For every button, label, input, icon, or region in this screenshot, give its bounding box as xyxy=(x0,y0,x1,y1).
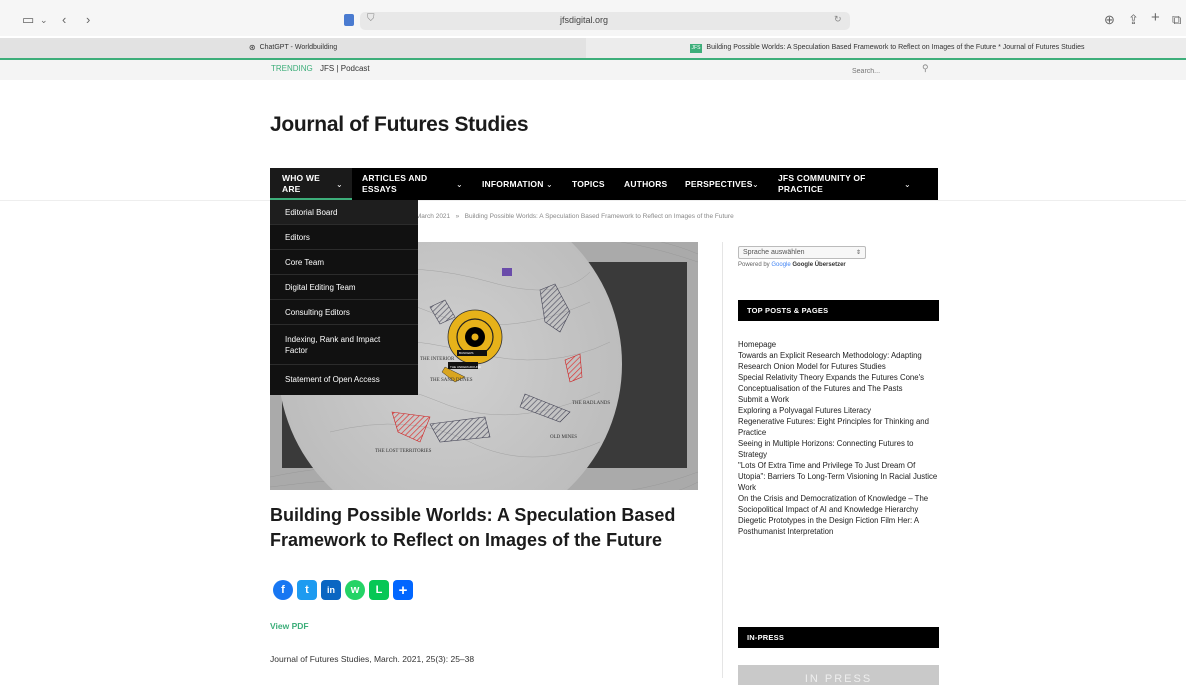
download-icon[interactable]: ⊕ xyxy=(1104,12,1115,28)
top-post-link[interactable]: "Lots Of Extra Time and Privilege To Jus… xyxy=(738,460,940,493)
breadcrumb-separator: » xyxy=(455,213,460,220)
site-topbar xyxy=(0,60,1186,80)
shield-icon[interactable]: ⛉ xyxy=(367,13,375,24)
menu-item-consulting-editors[interactable]: Consulting Editors xyxy=(270,300,418,325)
map-label-badlands: THE BADLANDS xyxy=(572,401,610,406)
article-citation: Journal of Futures Studies, March. 2021,… xyxy=(270,654,475,664)
view-pdf-link[interactable]: View PDF xyxy=(270,621,309,631)
nav-jfs-community[interactable]: JFS COMMUNITY OF PRACTICE xyxy=(778,173,866,195)
tab-label: ChatGPT - Worldbuilding xyxy=(259,44,338,51)
top-posts-heading: TOP POSTS & PAGES xyxy=(738,300,939,321)
nav-information[interactable]: INFORMATION xyxy=(482,179,544,190)
map-label-bunkers: BUNKERS xyxy=(459,351,474,355)
site-favicon xyxy=(344,14,354,26)
in-press-image[interactable]: IN PRESS xyxy=(738,665,939,685)
menu-item-core-team[interactable]: Core Team xyxy=(270,250,418,275)
chevron-down-icon[interactable]: ⌄ xyxy=(752,179,759,190)
whatsapp-icon[interactable]: w xyxy=(345,580,365,600)
tab-bar: ⊛ ChatGPT - Worldbuilding JFS Building P… xyxy=(0,38,1186,60)
menu-item-editors[interactable]: Editors xyxy=(270,225,418,250)
chatgpt-icon: ⊛ xyxy=(248,43,256,52)
new-tab-icon[interactable]: + xyxy=(1151,10,1160,26)
google-logo: Google xyxy=(771,262,791,268)
tab-label: Building Possible Worlds: A Speculation … xyxy=(706,44,1085,51)
top-post-link[interactable]: Special Relativity Theory Expands the Fu… xyxy=(738,372,940,394)
top-post-link[interactable]: On the Crisis and Democratization of Kno… xyxy=(738,493,940,515)
menu-item-editorial-board[interactable]: Editorial Board xyxy=(270,200,418,225)
map-label-sand-dunes: THE SAND DUNES xyxy=(430,378,473,383)
google-translate-link[interactable]: Google Übersetzer xyxy=(792,262,845,268)
article-title: Building Possible Worlds: A Speculation … xyxy=(270,505,676,550)
chevron-down-icon[interactable]: ⌄ xyxy=(456,179,463,190)
search-icon[interactable]: ⚲ xyxy=(922,63,929,74)
top-post-link[interactable]: Regenerative Futures: Eight Principles f… xyxy=(738,416,940,438)
sidebar-divider xyxy=(722,242,723,678)
chevron-down-icon[interactable]: ⌄ xyxy=(336,179,343,190)
reload-icon[interactable]: ↻ xyxy=(834,14,842,25)
linkedin-icon[interactable]: in xyxy=(321,580,341,600)
site-title[interactable]: Journal of Futures Studies xyxy=(270,113,529,137)
share-icon[interactable]: ⇪ xyxy=(1128,12,1139,28)
top-post-link[interactable]: Diegetic Prototypes in the Design Fictio… xyxy=(738,515,940,537)
powered-by-google: Powered by Google Google Übersetzer xyxy=(738,262,846,268)
nav-authors[interactable]: AUTHORS xyxy=(624,179,667,190)
chevron-down-icon[interactable]: ⌄ xyxy=(904,179,911,190)
map-label-lost-territories: THE LOST TERRITORIES xyxy=(375,449,432,454)
map-label-old-mines: OLD MINES xyxy=(550,435,577,440)
chevron-down-icon[interactable]: ⌄ xyxy=(40,12,48,28)
top-post-link[interactable]: Towards an Explicit Research Methodology… xyxy=(738,350,940,372)
line-icon[interactable]: L xyxy=(369,580,389,600)
tab-overview-icon[interactable]: ⧉ xyxy=(1172,12,1181,28)
language-select-value: Sprache auswählen xyxy=(743,249,805,256)
trending-link[interactable]: TRENDING xyxy=(271,64,313,73)
menu-item-digital-editing-team[interactable]: Digital Editing Team xyxy=(270,275,418,300)
back-icon[interactable]: ‹ xyxy=(62,12,66,28)
map-label-underground: THE UNDERGROUND xyxy=(450,365,482,369)
twitter-icon[interactable]: t xyxy=(297,580,317,600)
add-share-icon[interactable]: + xyxy=(393,580,413,600)
who-we-are-dropdown: Editorial Board Editors Core Team Digita… xyxy=(270,200,418,395)
chevron-updown-icon: ⇕ xyxy=(855,250,861,256)
nav-articles-and-essays[interactable]: ARTICLES AND ESSAYS xyxy=(362,173,427,195)
menu-item-open-access[interactable]: Statement of Open Access xyxy=(270,365,418,393)
podcast-link[interactable]: JFS | Podcast xyxy=(320,64,370,73)
nav-who-we-are[interactable]: WHO WE ARE xyxy=(282,173,320,195)
divider xyxy=(0,200,1186,201)
sidebar-toggle-icon[interactable]: ▭ xyxy=(22,12,34,28)
url-text[interactable]: jfsdigital.org xyxy=(560,15,608,25)
breadcrumb-current: Building Possible Worlds: A Speculation … xyxy=(464,213,734,220)
top-posts-list: Homepage Towards an Explicit Research Me… xyxy=(738,339,940,537)
search-input[interactable] xyxy=(850,63,924,79)
top-post-link[interactable]: Submit a Work xyxy=(738,394,940,405)
menu-item-indexing-rank[interactable]: Indexing, Rank and Impact Factor xyxy=(270,325,418,365)
nav-topics[interactable]: TOPICS xyxy=(572,179,605,190)
forward-icon[interactable]: › xyxy=(86,12,90,28)
tab-chatgpt[interactable]: ⊛ ChatGPT - Worldbuilding xyxy=(0,38,586,58)
nav-perspectives[interactable]: PERSPECTIVES xyxy=(685,179,753,190)
in-press-heading: IN-PRESS xyxy=(738,627,939,648)
jfs-favicon: JFS xyxy=(689,43,703,53)
facebook-icon[interactable]: f xyxy=(273,580,293,600)
top-post-link[interactable]: Seeing in Multiple Horizons: Connecting … xyxy=(738,438,940,460)
breadcrumb: o.3 March 2021 » Building Possible World… xyxy=(405,213,734,220)
language-select[interactable]: Sprache auswählen ⇕ xyxy=(738,246,866,259)
top-post-link[interactable]: Homepage xyxy=(738,339,940,350)
top-post-link[interactable]: Exploring a Polyvagal Futures Literacy xyxy=(738,405,940,416)
chevron-down-icon[interactable]: ⌄ xyxy=(546,179,553,190)
tab-article[interactable]: JFS Building Possible Worlds: A Speculat… xyxy=(588,38,1186,58)
map-label-interior: THE INTERIOR xyxy=(420,357,455,362)
